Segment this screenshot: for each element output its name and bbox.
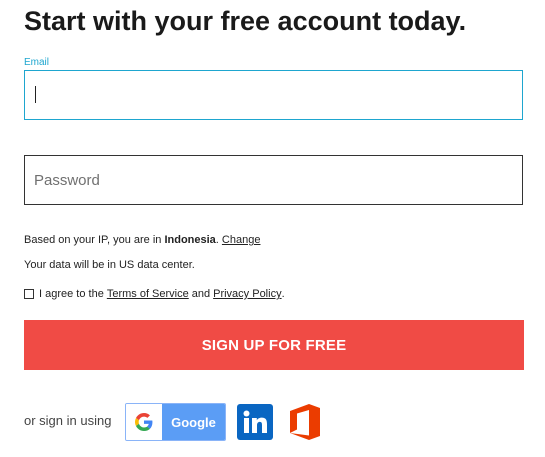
terms-of-service-link[interactable]: Terms of Service <box>107 288 189 300</box>
agree-prefix: I agree to the <box>39 288 104 300</box>
linkedin-icon <box>243 410 267 433</box>
text-caret <box>35 86 36 103</box>
google-signin-button[interactable]: Google <box>125 403 226 441</box>
location-country: Indonesia <box>164 234 216 246</box>
google-label: Google <box>162 404 225 440</box>
office-icon <box>290 404 320 440</box>
office-signin-button[interactable] <box>288 403 322 441</box>
location-suffix: . <box>215 234 219 246</box>
linkedin-signin-button[interactable] <box>237 404 273 440</box>
data-center-text: Your data will be in US data center. <box>24 259 195 271</box>
sign-up-button[interactable]: SIGN UP FOR FREE <box>24 320 524 370</box>
location-prefix: Based on your IP, you are in <box>24 234 162 246</box>
email-label: Email <box>24 57 50 68</box>
agree-suffix: . <box>281 288 285 300</box>
terms-checkbox[interactable] <box>24 289 34 299</box>
change-location-link[interactable]: Change <box>222 234 261 246</box>
google-icon <box>126 404 162 440</box>
privacy-policy-link[interactable]: Privacy Policy <box>213 288 281 300</box>
ip-location-text: Based on your IP, you are in Indonesia. … <box>24 234 260 246</box>
password-field[interactable] <box>24 155 523 205</box>
email-field[interactable] <box>24 70 523 120</box>
social-signin-label: or sign in using <box>24 413 112 428</box>
terms-agreement: I agree to the Terms of Service and Priv… <box>24 288 285 300</box>
page-title: Start with your free account today. <box>24 6 467 36</box>
agree-and: and <box>191 288 211 300</box>
